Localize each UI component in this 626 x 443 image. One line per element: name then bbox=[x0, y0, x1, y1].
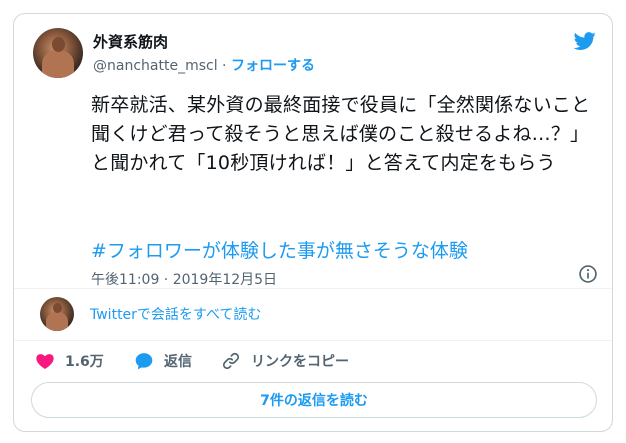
read-replies-button[interactable]: 7件の返信を読む bbox=[31, 382, 597, 418]
hashtag-link[interactable]: #フォロワーが体験した事が無さそうな体験 bbox=[91, 236, 468, 263]
reply-bubble-icon bbox=[135, 353, 153, 370]
handle-row: @nanchatte_mscl · フォローする bbox=[93, 55, 315, 75]
tweet-card: 外資系筋肉 @nanchatte_mscl · フォローする 新卒就活、某外資の… bbox=[13, 13, 613, 432]
read-conversation-link[interactable]: Twitterで会話をすべて読む bbox=[90, 304, 261, 324]
link-icon bbox=[222, 352, 240, 370]
divider-top bbox=[14, 288, 612, 289]
info-icon[interactable] bbox=[578, 264, 598, 284]
separator: · bbox=[222, 58, 227, 74]
like-button[interactable]: 1.6万 bbox=[35, 351, 104, 371]
divider-middle bbox=[14, 340, 612, 341]
author-avatar[interactable] bbox=[33, 28, 83, 78]
heart-icon bbox=[36, 354, 54, 369]
reply-label: 返信 bbox=[164, 354, 192, 370]
tweet-text: 新卒就活、某外資の最終面接で役員に「全然関係ないこと聞くけど君って殺そうと思えば… bbox=[91, 94, 591, 174]
copy-link-button[interactable]: リンクをコピー bbox=[221, 351, 349, 371]
follow-button[interactable]: フォローする bbox=[231, 58, 315, 74]
conversation-avatar[interactable] bbox=[40, 297, 74, 331]
tweet-timestamp[interactable]: 午後11:09 · 2019年12月5日 bbox=[91, 269, 277, 289]
author-handle[interactable]: @nanchatte_mscl bbox=[93, 58, 218, 74]
twitter-bird-icon[interactable] bbox=[572, 30, 598, 52]
like-count: 1.6万 bbox=[65, 354, 104, 370]
author-name[interactable]: 外資系筋肉 bbox=[93, 31, 168, 52]
copy-link-label: リンクをコピー bbox=[251, 354, 349, 370]
reply-button[interactable]: 返信 bbox=[134, 351, 192, 371]
